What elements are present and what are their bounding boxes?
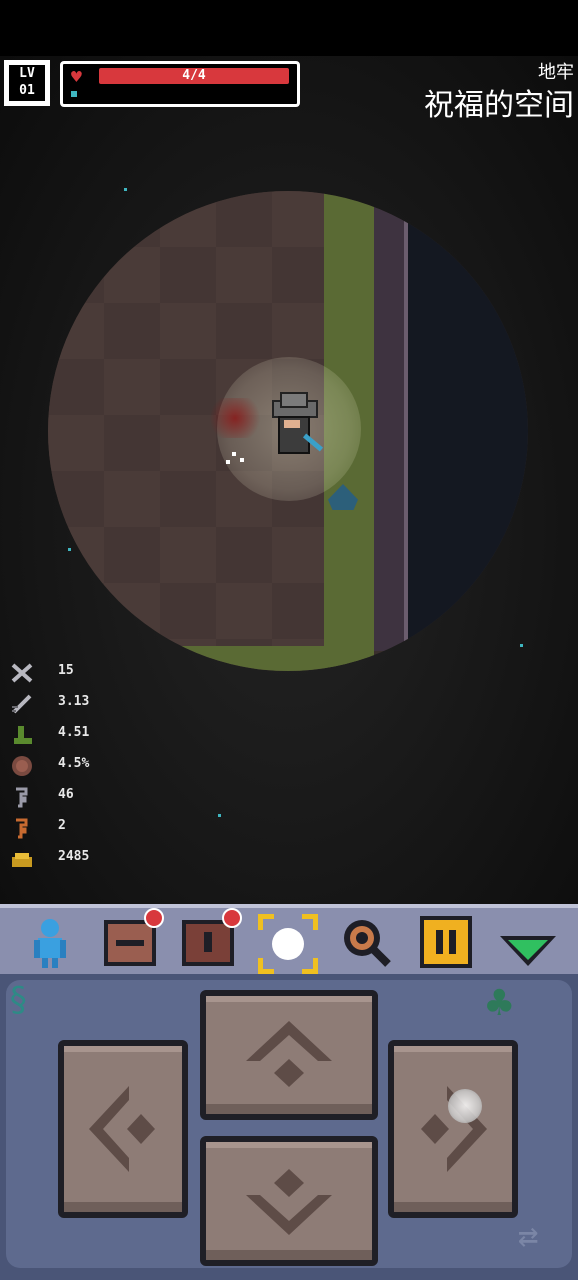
stat-value: 3.13 (58, 694, 90, 709)
key-orange-icon (16, 818, 28, 839)
arrow-left-icon (89, 1086, 155, 1172)
character-icon (34, 919, 66, 968)
area-name: 祝福的空间 (424, 88, 574, 123)
sword-speed-icon (12, 694, 32, 714)
vine-decoration-icon: § (8, 980, 29, 1020)
stat-value: 4.51 (58, 725, 90, 740)
stat-attack-speed: 3.13 (10, 691, 210, 722)
stat-gold: 2485 (10, 846, 210, 877)
pause-icon (420, 916, 472, 968)
player-hat-top (280, 392, 308, 408)
stat-value: 15 (58, 663, 74, 678)
arrow-up-icon (246, 1021, 332, 1087)
stat-orange-keys: 2 (10, 815, 210, 846)
stat-value: 2485 (58, 849, 90, 864)
dpad-left-button[interactable] (58, 1040, 188, 1218)
notification-badge (222, 908, 242, 928)
magnifier-icon (344, 920, 391, 967)
void-area (408, 191, 528, 671)
target-select-icon (257, 913, 319, 975)
gold-coins-icon (12, 853, 32, 867)
heart-icon: ♥ (71, 67, 82, 88)
key-gray-icon (16, 787, 28, 808)
stat-value: 2 (58, 818, 66, 833)
player-character (268, 392, 324, 468)
hit-spark (240, 458, 244, 462)
stat-move-speed: 4.51 (10, 722, 210, 753)
dpad-right-button[interactable] (388, 1040, 518, 1218)
inventory-button[interactable] (102, 908, 164, 970)
hp-panel: ♥ 4/4 (60, 61, 300, 107)
boot-icon (14, 726, 32, 744)
hit-spark (232, 452, 236, 456)
arrow-down-icon (246, 1169, 332, 1235)
level-label: LV (19, 66, 35, 81)
stat-value: 4.5% (58, 756, 90, 771)
hit-spark (226, 460, 230, 464)
dungeon-wall (374, 191, 408, 651)
blood-splatter (205, 398, 265, 438)
search-button[interactable] (338, 914, 394, 970)
collapse-button[interactable] (498, 914, 556, 970)
swap-arrows-icon[interactable]: ⇄ (518, 1216, 538, 1256)
level-number: 01 (19, 83, 35, 98)
hp-bar: 4/4 (99, 68, 289, 84)
mana-indicator (71, 91, 77, 97)
stat-attack: 15 (10, 660, 210, 691)
dpad-up-button[interactable] (200, 990, 378, 1120)
pause-button[interactable] (418, 914, 474, 970)
touch-indicator (448, 1089, 482, 1123)
collapse-arrow-icon (500, 936, 556, 966)
shield-icon (12, 756, 32, 776)
dpad-down-button[interactable] (200, 1136, 378, 1266)
stat-keys: 46 (10, 784, 210, 815)
player-face (284, 420, 300, 428)
top-black-bar (0, 0, 578, 56)
stats-panel: 15 3.13 4.51 4.5% 46 2 2485 (10, 660, 210, 877)
backpack-button[interactable] (180, 908, 242, 970)
action-toolbar (0, 904, 578, 975)
crossed-swords-icon (11, 663, 33, 683)
hp-value: 4/4 (182, 68, 206, 83)
particle (218, 814, 221, 817)
target-button[interactable] (257, 913, 319, 975)
character-button[interactable] (22, 914, 78, 970)
level-badge[interactable]: LV 01 (4, 60, 50, 106)
stat-value: 46 (58, 787, 74, 802)
stat-defense: 4.5% (10, 753, 210, 784)
leaf-decoration-icon: ♣ (486, 978, 513, 1029)
notification-badge (144, 908, 164, 928)
